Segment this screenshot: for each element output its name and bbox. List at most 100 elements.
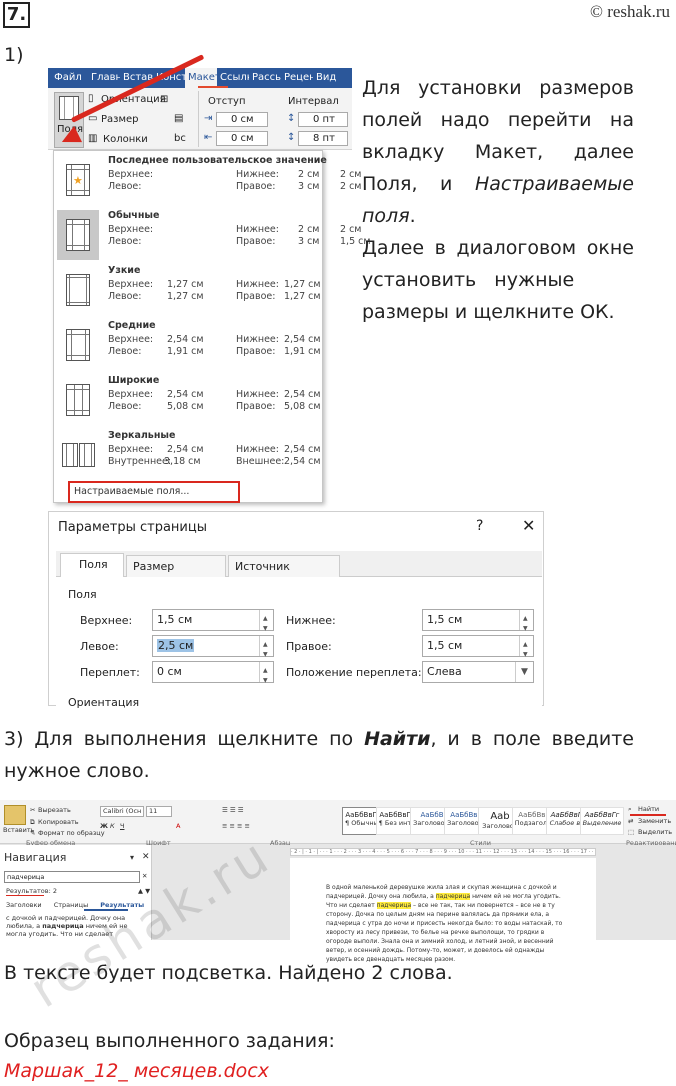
margin-preset-last-custom[interactable]: ★ Последнее пользовательское значение Ве… — [54, 153, 361, 208]
replace-icon: ⇄ — [628, 817, 634, 825]
margin-preset-icon — [57, 430, 99, 480]
spacing-after-field[interactable]: 8 пт — [298, 131, 348, 146]
right-margin-spinner[interactable] — [519, 635, 533, 665]
indent-left-icon: ⇥ — [204, 113, 213, 124]
top-margin-spinner[interactable] — [259, 609, 273, 639]
margin-preset-icon — [57, 375, 99, 425]
gutter-position-select[interactable]: Слева ▼ — [422, 661, 534, 683]
search-hit: падчерица — [435, 893, 471, 900]
nav-options-icon[interactable]: ▾ — [130, 853, 134, 862]
left-margin-spinner[interactable] — [259, 635, 273, 665]
tab-mailings[interactable]: Рассы — [249, 68, 281, 88]
cut-icon: ✂ — [30, 806, 36, 814]
margin-preset-moderate[interactable]: Средние Верхнее: 2,54 см Нижнее: 2,54 см Ле… — [54, 318, 322, 373]
results-underline — [6, 895, 44, 896]
tab-home[interactable]: Главн — [88, 68, 120, 88]
gutter-field[interactable]: 0 см — [152, 661, 274, 691]
tab-layout[interactable]: Макет — [185, 68, 217, 88]
margin-preset-mirrored[interactable]: Зеркальные Верхнее: 2,54 см Нижнее: 2,54 см… — [54, 428, 322, 483]
replace-button[interactable]: Заменить — [638, 817, 671, 825]
custom-margins-item[interactable]: Настраиваемые поля... — [68, 481, 240, 503]
format-painter-icon: ✎ — [30, 829, 36, 837]
nav-close-icon[interactable]: ✕ — [142, 852, 150, 862]
sample-label: Образец выполненного задания: — [4, 1030, 335, 1052]
copy-icon: ⧉ — [30, 818, 35, 826]
star-icon: ★ — [73, 174, 83, 187]
copy-button[interactable]: Копировать — [38, 818, 79, 826]
spacing-label: Интервал — [288, 96, 339, 107]
underline-icon[interactable]: Ч — [120, 822, 124, 830]
margin-preset-normal[interactable]: Обычные Верхнее: 2 см Нижнее: 2 см Левое: 3 … — [54, 208, 371, 263]
ribbon-tabs: Файл Главн Встав Конст Макет Ссылк Рассы… — [48, 68, 352, 88]
top-margin-field[interactable]: 1,5 см — [152, 609, 274, 639]
margin-preset-icon: ★ — [57, 155, 99, 205]
margin-preset-icon — [57, 265, 99, 315]
spacing-before-field[interactable]: 0 пт — [298, 112, 348, 127]
top-margin-label: Верхнее: — [80, 614, 133, 627]
breaks-icon[interactable]: ⊟ — [160, 94, 168, 105]
size-button[interactable]: Размер — [101, 114, 139, 125]
margin-preset-title: Последнее пользовательское значение — [108, 155, 327, 166]
indent-left-field[interactable]: 0 см — [216, 112, 268, 127]
find-button[interactable]: Найти — [638, 805, 659, 813]
bottom-margin-spinner[interactable] — [519, 609, 533, 639]
margin-preset-title: Обычные — [108, 210, 160, 221]
tab-margins[interactable]: Поля — [60, 553, 124, 579]
font-size-select[interactable]: 11 — [146, 806, 172, 817]
tab-paper-source[interactable]: Источник бумаги — [228, 555, 340, 595]
nav-search-input[interactable]: падчерица — [4, 871, 140, 883]
italic-icon[interactable]: К — [110, 822, 115, 830]
bullets-icon[interactable]: ☰ ☰ ☰ — [222, 806, 244, 814]
gutter-spinner[interactable] — [259, 661, 273, 691]
margin-preset-icon — [57, 320, 99, 370]
nav-tab-headings[interactable]: Заголовки — [6, 901, 42, 909]
tab-file[interactable]: Файл — [48, 68, 88, 88]
cut-button[interactable]: Вырезать — [38, 806, 71, 814]
left-margin-field[interactable]: 2,5 см — [152, 635, 274, 665]
ribbon-separator — [198, 91, 199, 147]
select-icon: ⬚ — [628, 828, 635, 836]
orientation-section-label: Ориентация — [68, 696, 140, 709]
right-margin-field[interactable]: 1,5 см — [422, 635, 534, 665]
close-icon[interactable]: ✕ — [522, 516, 535, 535]
paste-icon[interactable] — [4, 805, 26, 825]
bold-icon[interactable]: Ж — [100, 822, 108, 830]
indent-right-icon: ⇤ — [204, 132, 213, 143]
bottom-margin-field[interactable]: 1,5 см — [422, 609, 534, 639]
search-hit: падчерица — [376, 902, 412, 909]
chevron-down-icon[interactable]: ▼ — [515, 662, 533, 682]
document-text[interactable]: В одной маленькой деревушке жила злая и … — [326, 883, 570, 964]
margin-preset-wide[interactable]: Широкие Верхнее: 2,54 см Нижнее: 2,54 см Ле… — [54, 373, 322, 428]
indent-right-field[interactable]: 0 см — [216, 131, 268, 146]
columns-icon: ▥ — [88, 133, 98, 144]
nav-tab-pages[interactable]: Страницы — [54, 901, 88, 909]
format-painter-button[interactable]: Формат по образцу — [38, 829, 105, 837]
indent-label: Отступ — [208, 96, 246, 107]
find-icon: ⌕ — [628, 805, 632, 813]
left-margin-label: Левое: — [80, 640, 119, 653]
nav-results-count: Результатов: 2 — [6, 887, 57, 895]
margin-preset-narrow[interactable]: Узкие Верхнее: 1,27 см Нижнее: 1,27 см Лево… — [54, 263, 322, 318]
margin-preset-title: Зеркальные — [108, 430, 176, 441]
tab-view[interactable]: Вид — [313, 68, 342, 88]
style-emphasis[interactable]: АаБбВвГг Выделение — [580, 807, 624, 835]
font-color-icon[interactable]: A — [176, 822, 180, 830]
font-name-select[interactable]: Calibri (Осн — [100, 806, 144, 817]
part1-label: 1) — [4, 44, 24, 66]
tab-review[interactable]: Рецен — [281, 68, 313, 88]
nav-clear-icon[interactable]: ✕ — [142, 872, 147, 880]
columns-button[interactable]: Колонки — [103, 134, 148, 145]
select-button[interactable]: Выделить — [638, 828, 672, 836]
sample-filename[interactable]: Маршак_12_ месяцев.docx — [4, 1060, 269, 1082]
dialog-title: Параметры страницы — [58, 520, 207, 535]
gutter-label: Переплет: — [80, 666, 140, 679]
tab-references[interactable]: Ссылк — [217, 68, 249, 88]
spacing-before-icon: ↕ — [287, 113, 296, 124]
margin-preset-title: Средние — [108, 320, 156, 331]
line-numbers-icon[interactable]: ▤ — [174, 113, 183, 124]
margin-preset-title: Узкие — [108, 265, 141, 276]
site-copyright: © reshak.ru — [590, 2, 670, 21]
hyphenation-icon[interactable]: bc — [174, 133, 186, 144]
help-button[interactable]: ? — [476, 518, 483, 534]
tab-paper-size[interactable]: Размер бумаги — [126, 555, 226, 595]
